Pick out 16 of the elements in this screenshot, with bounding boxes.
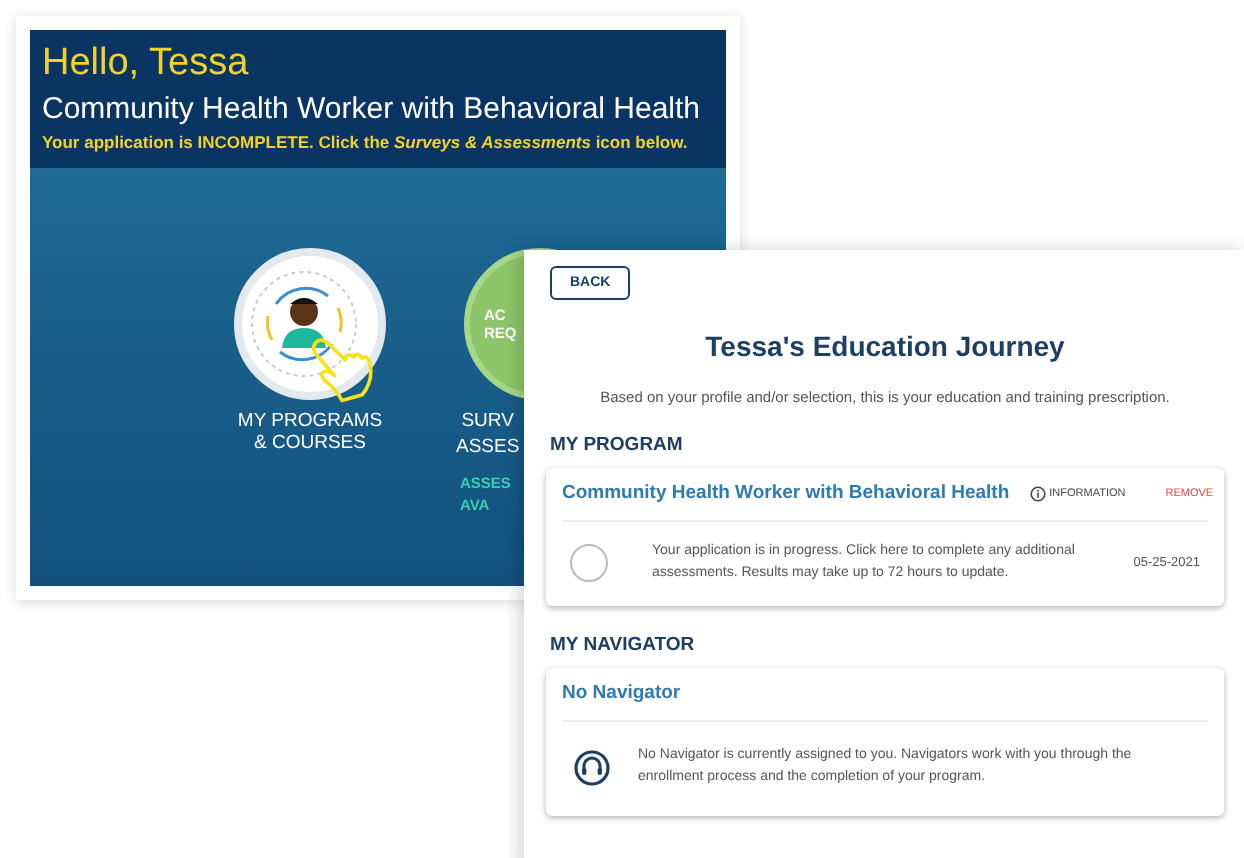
tile-label: MY PROGRAMS & COURSES [237,412,383,456]
tile-label: ASSES [456,437,520,460]
section-heading: MY PROGRAM [550,434,685,456]
pointing-hand-icon [310,336,374,404]
person-arrows-icon [248,268,360,380]
section-heading: MY NAVIGATOR [550,634,697,656]
journey-title: Tessa's Education Journey [703,330,1067,362]
program-name: Community Health Worker with Behavioral Health [42,92,703,126]
status-circle [570,544,608,582]
info-icon [1029,485,1046,501]
tile-label: SURV [459,412,516,434]
notice-text: Your application is INCOMPLETE. Click the Surveys & Assessments icon below. [42,132,690,152]
navigator-title: No Navigator [562,682,683,704]
headset-icon [574,749,610,785]
program-title[interactable]: Community Health Worker with Behavioral Health [562,482,1010,504]
greeting-title: Hello, Tessa [42,42,251,86]
